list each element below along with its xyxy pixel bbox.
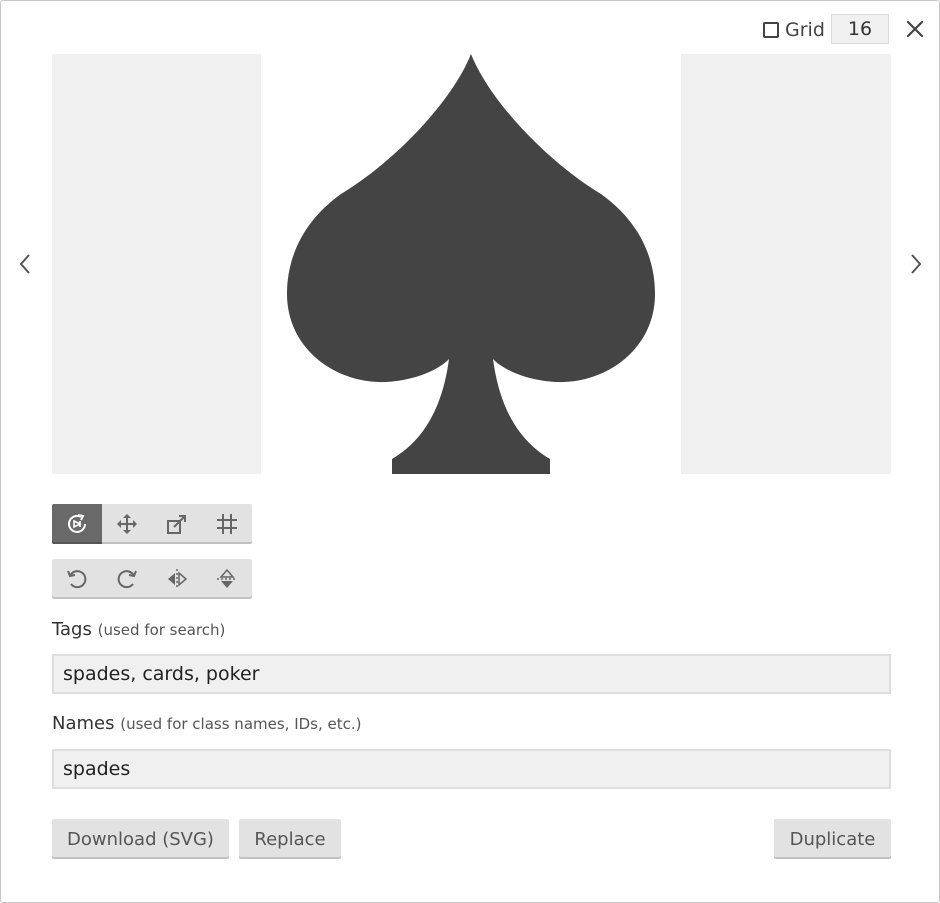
icon-editor-dialog: Grid 16 Tags (used for search) spades, c…	[0, 0, 940, 903]
rotate-mode-button[interactable]	[52, 504, 102, 544]
next-icon-button[interactable]	[904, 249, 928, 279]
move-icon	[117, 514, 137, 534]
grid-size-input[interactable]	[831, 14, 889, 44]
names-hint: (used for class names, IDs, etc.)	[120, 715, 362, 733]
crop-grid-icon	[217, 514, 237, 534]
duplicate-button[interactable]: Duplicate	[774, 819, 891, 859]
preview-padding-right	[681, 54, 891, 474]
rotate-mode-icon	[68, 514, 86, 533]
icon-preview-area	[52, 54, 891, 474]
names-label-text: Names	[52, 713, 115, 734]
rotate-right-button[interactable]	[102, 559, 152, 599]
grid-toggle[interactable]: Grid	[763, 19, 825, 41]
flip-horizontal-icon	[168, 569, 188, 589]
names-input[interactable]	[52, 749, 891, 789]
close-button[interactable]	[903, 17, 927, 41]
chevron-right-icon	[911, 254, 922, 274]
rotate-right-icon	[117, 570, 137, 589]
preview-padding-left	[52, 54, 261, 474]
edit-mode-toolbar	[52, 504, 252, 544]
spades-icon	[287, 54, 655, 474]
flip-vertical-icon	[217, 568, 237, 588]
replace-button[interactable]: Replace	[239, 819, 341, 859]
resize-icon	[167, 515, 186, 534]
tags-input[interactable]	[52, 654, 891, 694]
rotate-left-button[interactable]	[52, 559, 102, 599]
previous-icon-button[interactable]	[13, 249, 37, 279]
flip-vertical-button[interactable]	[202, 559, 252, 599]
tags-label-text: Tags	[52, 619, 92, 640]
flip-horizontal-button[interactable]	[152, 559, 202, 599]
rotate-left-icon	[67, 570, 87, 589]
grid-mode-button[interactable]	[202, 504, 252, 544]
names-label: Names (used for class names, IDs, etc.)	[52, 713, 362, 734]
grid-checkbox[interactable]	[763, 22, 779, 38]
resize-mode-button[interactable]	[152, 504, 202, 544]
tags-hint: (used for search)	[97, 621, 226, 639]
download-svg-button[interactable]: Download (SVG)	[52, 819, 229, 859]
tags-label: Tags (used for search)	[52, 619, 225, 640]
transform-toolbar	[52, 559, 252, 599]
grid-label: Grid	[785, 19, 825, 41]
close-icon	[906, 20, 924, 38]
move-mode-button[interactable]	[102, 504, 152, 544]
chevron-left-icon	[19, 254, 30, 274]
